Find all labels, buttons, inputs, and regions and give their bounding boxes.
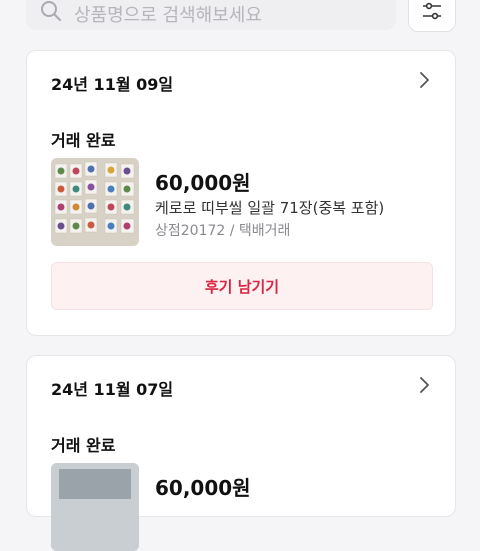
write-review-button[interactable]: 후기 남기기 bbox=[51, 262, 433, 310]
seller-shipping-info: 상점20172 / 택배거래 bbox=[155, 223, 291, 239]
stickers-photo-image bbox=[51, 158, 139, 246]
order-status: 거래 완료 bbox=[51, 436, 116, 455]
search-input[interactable]: 상품명으로 검색해보세요 bbox=[74, 1, 262, 27]
order-date: 24년 11월 09일 bbox=[51, 75, 174, 94]
search-bar[interactable]: 상품명으로 검색해보세요 bbox=[26, 0, 396, 30]
product-price: 60,000원 bbox=[155, 476, 251, 500]
product-thumbnail[interactable] bbox=[51, 463, 139, 551]
top-bar: 상품명으로 검색해보세요 bbox=[0, 0, 480, 40]
product-title[interactable]: 케로로 띠부씰 일괄 71장(중복 포함) bbox=[155, 197, 384, 218]
product-photo-image bbox=[51, 463, 139, 551]
filter-button[interactable] bbox=[408, 0, 456, 32]
product-price: 60,000원 bbox=[155, 171, 251, 195]
search-icon bbox=[41, 1, 61, 21]
order-card[interactable]: 24년 11월 07일 거래 완료 60,000원 bbox=[26, 355, 456, 551]
order-card[interactable]: 24년 11월 09일 거래 완료 60,000원 케로로 띠부씰 일괄 71장… bbox=[26, 50, 456, 336]
write-review-label: 후기 남기기 bbox=[204, 277, 280, 296]
filter-sliders-icon bbox=[423, 2, 441, 20]
chevron-right-icon[interactable] bbox=[417, 71, 431, 89]
order-date: 24년 11월 07일 bbox=[51, 380, 174, 399]
chevron-right-icon[interactable] bbox=[417, 376, 431, 394]
product-thumbnail[interactable] bbox=[51, 158, 139, 246]
order-status: 거래 완료 bbox=[51, 131, 116, 150]
